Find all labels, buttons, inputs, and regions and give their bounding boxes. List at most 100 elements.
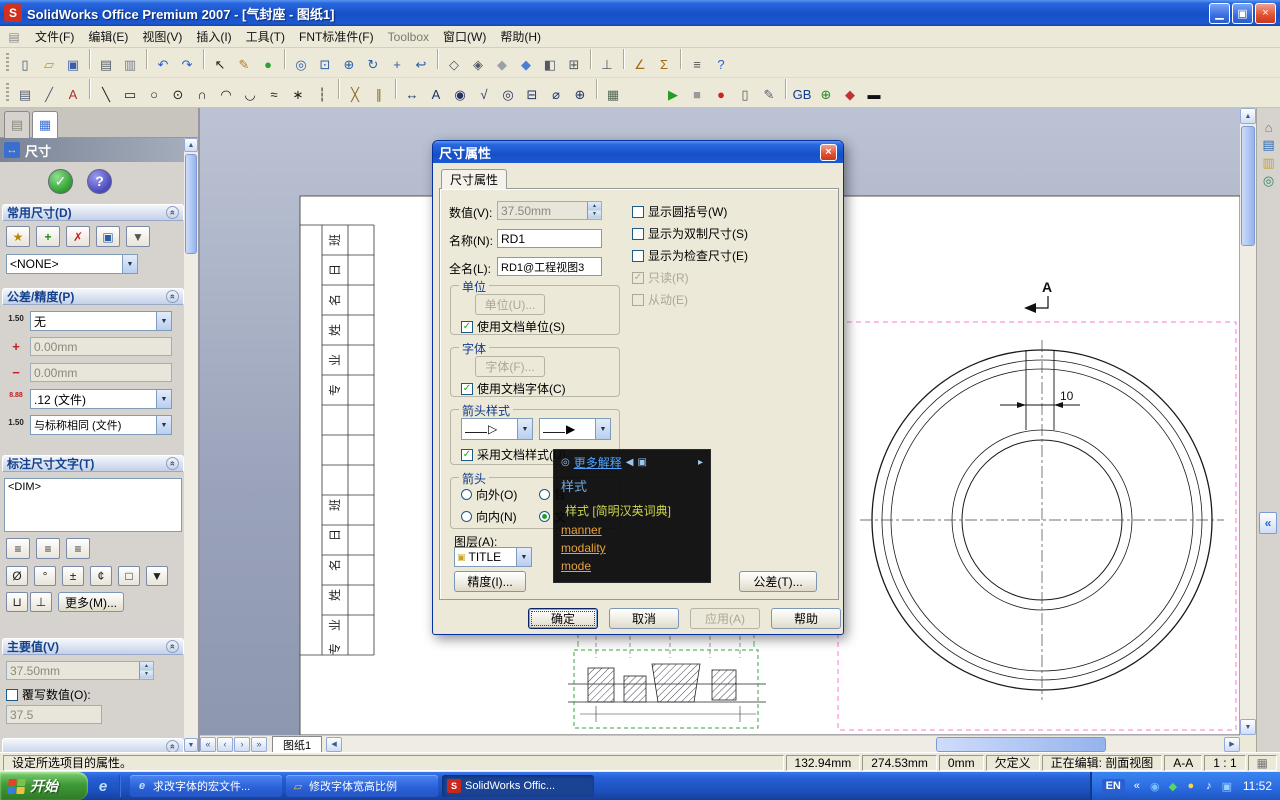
primary-value-spinner[interactable]: ▲ ▼ (139, 662, 153, 679)
help-button[interactable]: ? (710, 54, 732, 76)
favorites-dropdown[interactable]: <NONE> ▼ (6, 254, 138, 274)
measure-button[interactable]: ∠ (629, 54, 651, 76)
horizontal-scrollbar[interactable]: ◀ ▶ (326, 736, 1240, 752)
add-favorite-button[interactable]: + (36, 226, 60, 247)
use-doc-units-checkbox[interactable]: ✓ (461, 320, 473, 333)
design-library-icon[interactable]: ▤ (1260, 136, 1278, 154)
font-color-button[interactable]: A (62, 84, 84, 106)
start-button[interactable]: 开始 (0, 772, 88, 800)
menu-item-edit[interactable]: 编辑(E) (81, 26, 135, 47)
undo-button[interactable]: ↶ (152, 54, 174, 76)
save-favorite-button[interactable]: ▣ (96, 226, 120, 247)
file-explorer-icon[interactable]: ▥ (1260, 154, 1278, 172)
show-parentheses-checkbox[interactable] (632, 205, 644, 218)
layer-button[interactable]: ▤ (14, 84, 36, 106)
update-tray-icon[interactable]: ● (1184, 780, 1198, 792)
hidden-icons-chevron[interactable]: « (1130, 780, 1144, 792)
dual-dimension-checkbox[interactable] (632, 227, 644, 240)
options-button[interactable]: ≡ (686, 54, 708, 76)
dimension-text-area[interactable]: <DIM> (4, 478, 182, 532)
copy-icon[interactable]: ▣ (637, 457, 646, 468)
section-view-button[interactable]: ◧ (539, 54, 561, 76)
hidden-lines-removed-button[interactable]: ◆ (491, 54, 513, 76)
scroll-down-icon[interactable]: ▼ (184, 738, 198, 752)
panel-help-button[interactable]: ? (87, 168, 112, 194)
toolbar-grip[interactable] (6, 52, 9, 73)
view-orientation-button[interactable]: ⊞ (563, 54, 585, 76)
diameter-symbol-button[interactable]: Ø (6, 566, 28, 586)
offset-button[interactable]: ∥ (368, 84, 390, 106)
section-header-primary-value[interactable]: 主要值(V) « (2, 638, 184, 655)
menu-item-tools[interactable]: 工具(T) (239, 26, 292, 47)
more-symbols-button[interactable]: 更多(M)... (58, 592, 124, 612)
dropdown-arrow-icon[interactable]: ▼ (156, 390, 171, 408)
use-doc-font-checkbox[interactable]: ✓ (461, 382, 473, 395)
previous-sheet-button[interactable]: ‹ (217, 736, 233, 752)
layer-dropdown[interactable]: ▣ TITLE ▼ (454, 547, 532, 567)
rebuild-button[interactable]: ● (257, 54, 279, 76)
sheet-tab[interactable]: 图纸1 (272, 736, 323, 752)
right-justify-button[interactable]: ≡ (66, 538, 90, 559)
document-icon[interactable]: ▤ (6, 30, 22, 44)
menu-item-fnt-standards[interactable]: FNT标准件(F) (292, 26, 381, 47)
tolerance-type-dropdown[interactable]: 无 ▼ (30, 311, 172, 331)
point-button[interactable]: ∗ (287, 84, 309, 106)
pan-button[interactable]: + (386, 54, 408, 76)
cancel-button[interactable]: 取消 (609, 608, 679, 629)
fastener-button[interactable]: ▬ (863, 84, 885, 106)
language-indicator[interactable]: EN (1101, 779, 1125, 793)
close-button[interactable]: × (1255, 2, 1276, 24)
line-format-button[interactable]: ╱ (38, 84, 60, 106)
taskbar-task-browser[interactable]: e 求改字体的宏文件... (130, 775, 282, 797)
smart-dimension-button[interactable]: ↔ (401, 84, 423, 106)
arrow-style-dropdown-2[interactable]: ▶ ▼ (539, 418, 611, 440)
search-icon[interactable]: ◎ (1260, 172, 1278, 190)
full-name-field[interactable]: RD1@工程视图3 (497, 257, 602, 276)
zoom-to-area-button[interactable]: ⊡ (314, 54, 336, 76)
three-point-arc-button[interactable]: ◡ (239, 84, 261, 106)
material-button[interactable]: ◆ (839, 84, 861, 106)
geometric-tolerance-button[interactable]: ◎ (497, 84, 519, 106)
section-header-common-dimensions[interactable]: 常用尺寸(D) « (2, 204, 184, 221)
mass-properties-button[interactable]: Σ (653, 54, 675, 76)
menu-item-help[interactable]: 帮助(H) (493, 26, 548, 47)
scrollbar-thumb[interactable] (185, 154, 197, 254)
clock[interactable]: 11:52 (1243, 779, 1272, 793)
use-doc-style-checkbox[interactable]: ✓ (461, 448, 473, 461)
gb-standard-button[interactable]: GB (791, 84, 813, 106)
network-tray-icon[interactable]: ▣ (1220, 780, 1234, 793)
balloon-button[interactable]: ◉ (449, 84, 471, 106)
dropdown-arrow-icon[interactable]: ▼ (156, 416, 171, 434)
scrollbar-thumb[interactable] (936, 736, 1107, 752)
sketch-button[interactable]: ✎ (233, 54, 255, 76)
feature-manager-tab[interactable]: ▤ (4, 111, 30, 138)
scroll-right-icon[interactable]: ▶ (1224, 736, 1240, 752)
spline-button[interactable]: ≈ (263, 84, 285, 106)
center-mark-button[interactable]: ⊕ (569, 84, 591, 106)
tolerance-button[interactable]: 公差(T)... (739, 571, 817, 592)
menu-item-window[interactable]: 窗口(W) (436, 26, 493, 47)
degree-symbol-button[interactable]: ° (34, 566, 56, 586)
restore-button[interactable]: ▣ (1232, 2, 1253, 24)
shaded-button[interactable]: ◆ (515, 54, 537, 76)
more-symbols-button[interactable]: ▼ (146, 566, 168, 586)
ok-button[interactable]: 确定 (528, 608, 598, 629)
solidworks-resources-icon[interactable]: ⌂ (1260, 118, 1278, 136)
section-header-dimension-text[interactable]: 标注尺寸文字(T) « (2, 455, 184, 472)
collapse-chevron-icon[interactable]: « (166, 290, 179, 303)
hidden-lines-visible-button[interactable]: ◈ (467, 54, 489, 76)
translation-link-mode[interactable]: mode (561, 559, 703, 573)
rectangle-tool-button[interactable]: ▭ (119, 84, 141, 106)
circle-tool-button[interactable]: ○ (143, 84, 165, 106)
arrows-outside-radio[interactable] (461, 489, 472, 500)
collapse-chevron-icon[interactable]: « (166, 740, 179, 752)
line-tool-button[interactable]: ╲ (95, 84, 117, 106)
dropdown-arrow-icon[interactable]: ▼ (122, 255, 137, 273)
translation-link-modality[interactable]: modality (561, 541, 703, 555)
square-symbol-button[interactable]: □ (118, 566, 140, 586)
help-button[interactable]: 帮助 (771, 608, 841, 629)
arrows-smart-radio[interactable] (539, 489, 550, 500)
stop-macro-button[interactable]: ■ (686, 84, 708, 106)
collapse-chevron-icon[interactable]: « (166, 640, 179, 653)
first-sheet-button[interactable]: « (200, 736, 216, 752)
